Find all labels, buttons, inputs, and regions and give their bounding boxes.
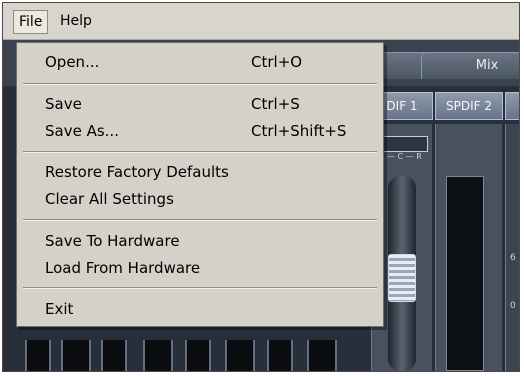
menu-item-shortcut: Ctrl+Shift+S (251, 122, 347, 140)
scale-label-0: 0 (510, 301, 516, 311)
tab-mix[interactable]: Mix (421, 52, 519, 79)
meter-strip (307, 340, 337, 371)
menu-item-label: Save As... (45, 122, 119, 140)
level-meter (446, 176, 484, 371)
channel-strip-next: 6 0 (505, 124, 519, 371)
app-window: File Help 4 Mix DIF 1 SPDIF 2 L — C — R … (2, 2, 520, 372)
menu-item-shortcut: Ctrl+O (251, 53, 303, 71)
meter-strip (101, 340, 127, 371)
menu-item-label: Exit (45, 300, 74, 318)
menu-item-label: Save To Hardware (45, 232, 180, 250)
menu-separator (23, 83, 377, 85)
menu-item-save-to-hardware[interactable]: Save To Hardware (17, 228, 383, 254)
menu-item-label: Open... (45, 53, 100, 71)
channel-header-next (505, 92, 519, 120)
file-menu-dropdown: Open... Ctrl+O Save Ctrl+S Save As... Ct… (16, 42, 384, 327)
menu-item-clear-settings[interactable]: Clear All Settings (17, 186, 383, 212)
menu-separator (23, 151, 377, 153)
fader-knob[interactable] (388, 254, 416, 302)
menu-separator (23, 219, 377, 221)
channel-header-spdif2: SPDIF 2 (435, 92, 503, 120)
menu-file[interactable]: File (13, 10, 49, 34)
meter-strip (267, 340, 293, 371)
menu-help[interactable]: Help (55, 10, 97, 32)
menu-item-label: Clear All Settings (45, 190, 174, 208)
menu-item-label: Restore Factory Defaults (45, 163, 229, 181)
menu-item-load-from-hardware[interactable]: Load From Hardware (17, 255, 383, 281)
meter-scale: 6 0 (510, 234, 516, 330)
pan-control[interactable] (378, 136, 428, 152)
meter-strip (25, 340, 51, 371)
channel-strips-partial (3, 340, 373, 371)
menu-item-label: Load From Hardware (45, 259, 201, 277)
menu-item-exit[interactable]: Exit (17, 296, 383, 322)
pan-label: L — C — R (380, 152, 422, 161)
meter-strip (225, 340, 255, 371)
meter-strip (61, 340, 91, 371)
meter-strip (185, 340, 211, 371)
meter-strip (143, 340, 173, 371)
menu-item-save[interactable]: Save Ctrl+S (17, 91, 383, 117)
menu-item-save-as[interactable]: Save As... Ctrl+Shift+S (17, 118, 383, 144)
menu-item-shortcut: Ctrl+S (251, 95, 300, 113)
scale-label-6: 6 (510, 253, 516, 263)
menu-item-label: Save (45, 95, 82, 113)
menu-bar: File Help (3, 3, 519, 40)
menu-item-open[interactable]: Open... Ctrl+O (17, 49, 383, 75)
channel-strip-spdif2 (435, 124, 502, 371)
menu-separator (23, 287, 377, 289)
menu-item-restore-defaults[interactable]: Restore Factory Defaults (17, 159, 383, 185)
